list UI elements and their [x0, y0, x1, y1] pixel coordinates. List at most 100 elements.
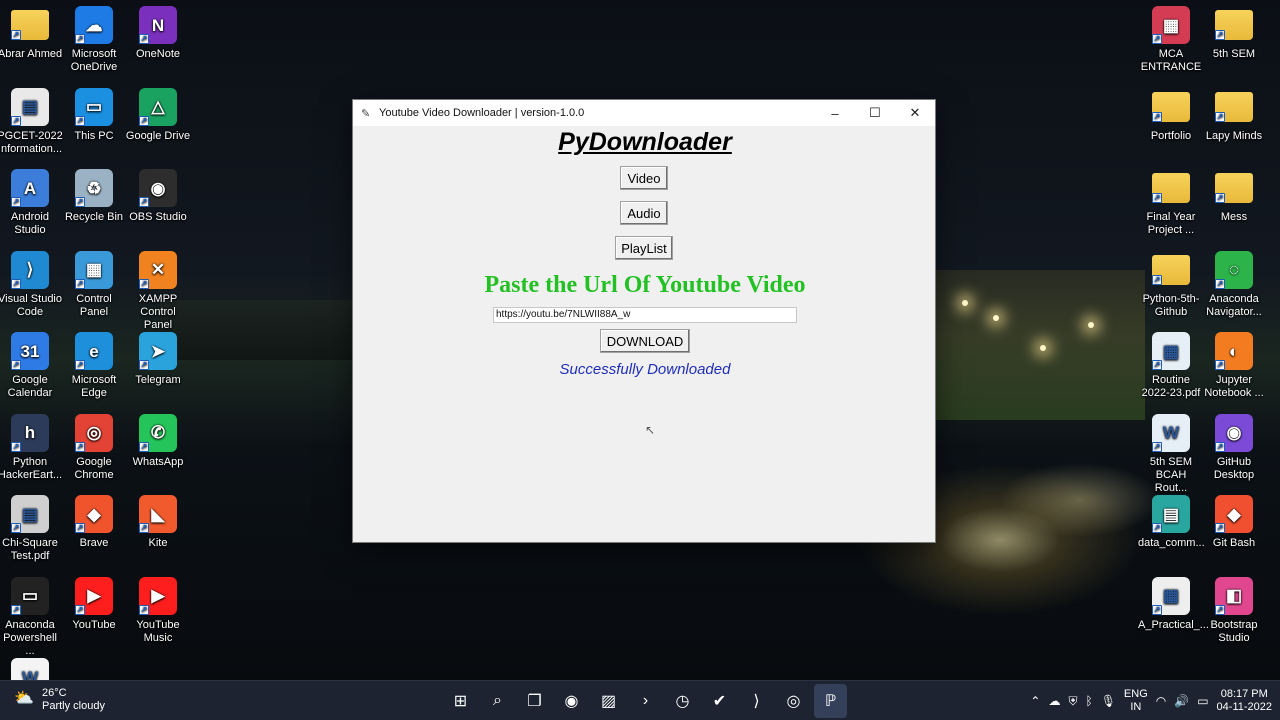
clock-time: 08:17 PM — [1220, 688, 1268, 700]
desktop-icon-5th-sem[interactable]: ↗ 5th SEM — [1201, 6, 1267, 61]
desktop-icon-final-year-project[interactable]: ↗ Final Year Project ... — [1138, 169, 1204, 237]
desktop-icon-google-drive[interactable]: △ ↗ Google Drive — [125, 87, 191, 143]
desktop-icon-github-desktop[interactable]: ◉ ↗ GitHub Desktop — [1201, 413, 1267, 482]
obs-studio-icon: ◉ ↗ — [139, 169, 177, 207]
bluetooth-icon[interactable]: ᛒ — [1085, 694, 1092, 708]
desktop-icon-label: This PC — [74, 129, 114, 142]
desktop-icon-this-pc[interactable]: ▭ ↗ This PC — [61, 87, 127, 143]
shortcut-arrow-icon: ↗ — [75, 197, 85, 207]
street-light — [993, 315, 999, 321]
desktop-icon-label: A_Practical_... — [1138, 618, 1209, 631]
street-light — [1088, 322, 1094, 328]
desktop-icon-kite[interactable]: ◣ ↗ Kite — [125, 495, 191, 550]
desktop-icon-control-panel[interactable]: ▦ ↗ Control Panel — [61, 250, 127, 319]
app-window[interactable]: ✎ Youtube Video Downloader | version-1.0… — [352, 99, 936, 543]
maximize-button[interactable]: ☐ — [855, 100, 895, 126]
desktop-icon-5th-sem-bcah-rout[interactable]: W ↗ 5th SEM BCAH Rout... — [1138, 413, 1204, 495]
task-view-icon[interactable]: ❐ — [518, 684, 551, 718]
chevron-up-icon[interactable]: ⌃ — [1030, 694, 1040, 708]
partly-cloudy-icon: ⛅ — [14, 690, 34, 707]
youtube-music-icon: ▶ ↗ — [139, 576, 177, 615]
shortcut-arrow-icon: ↗ — [1152, 441, 1162, 452]
desktop-icon-anaconda-powershell[interactable]: ▭ ↗ Anaconda Powershell ... — [0, 576, 63, 658]
lang-code: ENG — [1123, 688, 1148, 700]
desktop-icon-portfolio[interactable]: ↗ Portfolio — [1138, 88, 1204, 143]
youtube-icon: ▶ ↗ — [75, 576, 113, 615]
desktop-icon-routine-2022-23-pdf[interactable]: ▦ ↗ Routine 2022-23.pdf — [1138, 332, 1204, 400]
onedrive-icon[interactable]: ☁ — [1048, 694, 1060, 708]
desktop-icon-pgcet-2022-information[interactable]: ▤ ↗ PGCET-2022 Information... — [0, 87, 63, 156]
download-button[interactable]: DOWNLOAD — [600, 329, 690, 353]
clock-icon[interactable]: ◷ — [666, 684, 699, 718]
desktop-icon-brave[interactable]: ◆ ↗ Brave — [61, 495, 127, 550]
mess-icon: ↗ — [1215, 173, 1253, 203]
shortcut-arrow-icon: ↗ — [1215, 111, 1225, 122]
shortcut-arrow-icon: ↗ — [1152, 111, 1162, 122]
window-title: Youtube Video Downloader | version-1.0.0 — [379, 107, 585, 119]
url-input[interactable]: https://youtu.be/7NLWII88A_w — [493, 307, 797, 323]
window-titlebar[interactable]: ✎ Youtube Video Downloader | version-1.0… — [353, 100, 935, 126]
microphone-icon[interactable]: 🎙 — [1101, 694, 1116, 708]
weather-widget[interactable]: ⛅ 26°C Partly cloudy — [14, 687, 105, 713]
desktop-icon-android-studio[interactable]: A ↗ Android Studio — [0, 169, 63, 237]
desktop-icon-python-5th-github[interactable]: ↗ Python-5th-Github — [1138, 251, 1204, 319]
playlist-button[interactable]: PlayList — [615, 236, 673, 260]
desktop-icon-python-hackereart[interactable]: h ↗ Python HackerEart... — [0, 413, 63, 482]
video-button[interactable]: Video — [620, 166, 668, 190]
audio-button[interactable]: Audio — [620, 201, 668, 225]
volume-icon[interactable]: 🔊 — [1174, 694, 1189, 708]
battery-icon[interactable]: ▭ — [1197, 694, 1208, 708]
desktop-icon-xampp-control-panel[interactable]: ✕ ↗ XAMPP Control Panel — [125, 250, 191, 332]
vscode-icon[interactable]: ⟩ — [740, 684, 773, 718]
desktop-icon-jupyter-notebook[interactable]: ◐ ↗ Jupyter Notebook ... — [1201, 332, 1267, 400]
desktop-icon-bootstrap-studio[interactable]: ◧ ↗ Bootstrap Studio — [1201, 576, 1267, 645]
taskbar-apps: ⊞ ⌕ ❐ ◉ ▨ › ◷ ✔ ⟩ ◎ ℙ — [444, 681, 847, 720]
kite-icon: ◣ ↗ — [139, 495, 177, 533]
desktop-icon-whatsapp[interactable]: ✆ ↗ WhatsApp — [125, 413, 191, 469]
shortcut-arrow-icon: ↗ — [11, 523, 21, 533]
shortcut-arrow-icon: ↗ — [1215, 604, 1225, 615]
desktop-icon-onenote[interactable]: N ↗ OneNote — [125, 6, 191, 61]
desktop-icon-anaconda-navigator[interactable]: ◌ ↗ Anaconda Navigator... — [1201, 250, 1267, 319]
start-icon[interactable]: ⊞ — [444, 684, 477, 718]
desktop-icon-visual-studio-code[interactable]: ⟩ ↗ Visual Studio Code — [0, 250, 63, 319]
git-bash-icon: ◆ ↗ — [1215, 495, 1253, 533]
close-button[interactable]: ✕ — [895, 100, 935, 126]
desktop-icon-recycle-bin[interactable]: ♻ ↗ Recycle Bin — [61, 169, 127, 224]
language-indicator[interactable]: ENG IN — [1124, 688, 1148, 714]
desktop-icon-label: Portfolio — [1150, 129, 1192, 142]
desktop-icon-chi-square-test-pdf[interactable]: ▤ ↗ Chi-Square Test.pdf — [0, 495, 63, 563]
todo-icon[interactable]: ✔ — [703, 684, 736, 718]
desktop-icon-data-comm[interactable]: ▤ ↗ data_comm... — [1138, 495, 1205, 550]
data-comm-icon: ▤ ↗ — [1152, 495, 1190, 533]
shortcut-arrow-icon: ↗ — [11, 115, 21, 126]
obs-icon[interactable]: ◎ — [777, 684, 810, 718]
shortcut-arrow-icon: ↗ — [1152, 523, 1162, 533]
desktop-icon-google-chrome[interactable]: ◎ ↗ Google Chrome — [61, 413, 127, 482]
desktop-icon-microsoft-onedrive[interactable]: ☁ ↗ Microsoft OneDrive — [61, 6, 127, 74]
minimize-button[interactable]: – — [815, 100, 855, 126]
desktop-icon-lapy-minds[interactable]: ↗ Lapy Minds — [1201, 88, 1267, 143]
desktop-icon-google-calendar[interactable]: 31 ↗ Google Calendar — [0, 332, 63, 400]
powershell-icon[interactable]: › — [629, 684, 662, 718]
teams-chat-icon[interactable]: ◉ — [555, 684, 588, 718]
desktop-icon-label: OneNote — [135, 48, 181, 60]
mca-entrance-icon: ▦ ↗ — [1152, 6, 1190, 44]
desktop-icon-obs-studio[interactable]: ◉ ↗ OBS Studio — [125, 169, 191, 224]
security-icon[interactable]: ⛨ — [1068, 694, 1077, 709]
desktop-icon-a-practical[interactable]: ▦ ↗ A_Practical_... — [1138, 576, 1209, 632]
desktop-icon-youtube[interactable]: ▶ ↗ YouTube — [61, 576, 127, 632]
desktop-icon-youtube-music[interactable]: ▶ ↗ YouTube Music — [125, 576, 191, 645]
desktop-icon-abrar-ahmed[interactable]: ↗ Abrar Ahmed — [0, 6, 63, 61]
desktop-icon-microsoft-edge[interactable]: e ↗ Microsoft Edge — [61, 332, 127, 400]
desktop-icon-mca-entrance[interactable]: ▦ ↗ MCA ENTRANCE — [1138, 6, 1204, 74]
search-icon[interactable]: ⌕ — [481, 684, 514, 718]
python-icon[interactable]: ℙ — [814, 684, 847, 718]
clock[interactable]: 08:17 PM 04-11-2022 — [1217, 688, 1272, 714]
desktop-icon-git-bash[interactable]: ◆ ↗ Git Bash — [1201, 495, 1267, 550]
desktop-icon-telegram[interactable]: ➤ ↗ Telegram — [125, 332, 191, 387]
desktop-icon-mess[interactable]: ↗ Mess — [1201, 169, 1267, 224]
wifi-icon[interactable]: ◠ — [1156, 694, 1166, 708]
photos-icon[interactable]: ▨ — [592, 684, 625, 718]
desktop-icon-label: Android Studio — [11, 211, 49, 236]
